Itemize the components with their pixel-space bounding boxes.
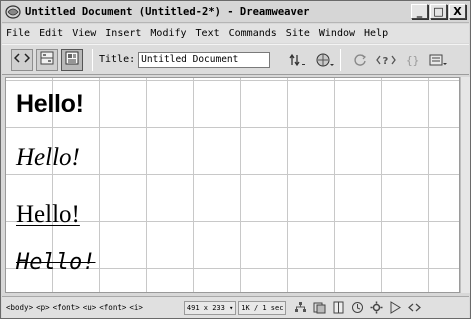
split-view-icon [39, 50, 55, 70]
menu-commands[interactable]: Commands [229, 28, 277, 39]
menu-edit[interactable]: Edit [39, 28, 63, 39]
menu-site[interactable]: Site [286, 28, 310, 39]
timeline-icon[interactable] [389, 301, 402, 314]
design-view-button[interactable] [61, 48, 83, 71]
svg-text:{}: {} [406, 54, 419, 67]
tag-p[interactable]: <p> [36, 303, 50, 312]
menu-view[interactable]: View [72, 28, 96, 39]
window-title: Untitled Document (Untitled-2*) - Dreamw… [25, 6, 310, 18]
vertical-scrollbar[interactable] [460, 77, 470, 293]
menu-insert[interactable]: Insert [105, 28, 141, 39]
dreamweaver-window: Untitled Document (Untitled-2*) - Dreamw… [0, 0, 471, 319]
tag-font-2[interactable]: <font> [99, 303, 126, 312]
hello-strikethrough-mono: Hello! [16, 250, 96, 275]
window-controls: _ □ X [411, 4, 466, 19]
maximize-icon: □ [433, 5, 444, 18]
hello-bold-sans: Hello! [16, 90, 84, 118]
menu-modify[interactable]: Modify [150, 28, 186, 39]
minimize-icon: _ [416, 5, 423, 18]
css-icon[interactable] [370, 301, 383, 314]
dreamweaver-app-icon [4, 3, 22, 21]
close-button[interactable]: X [449, 4, 466, 19]
assets-icon[interactable] [313, 301, 326, 314]
maximize-button[interactable]: □ [430, 4, 447, 19]
tag-u[interactable]: <u> [83, 303, 97, 312]
window-size-dropdown[interactable]: 491 x 233 ▾ [183, 300, 237, 315]
design-view-icon [64, 50, 80, 70]
braces-icon[interactable]: {} [401, 49, 423, 71]
menu-bar: File Edit View Insert Modify Text Comman… [2, 24, 469, 43]
view-options-icon[interactable] [427, 49, 449, 71]
code-navigation-icon[interactable]: ? [375, 49, 397, 71]
code-view-icon [13, 50, 31, 69]
close-icon: X [453, 5, 462, 18]
tag-i[interactable]: <i> [129, 303, 143, 312]
menu-file[interactable]: File [6, 28, 30, 39]
svg-text:?: ? [383, 56, 389, 67]
hello-underlined-serif: Hello! [16, 201, 80, 228]
behaviors-icon[interactable] [351, 301, 364, 314]
tag-body[interactable]: <body> [6, 303, 33, 312]
site-icon[interactable] [294, 301, 307, 314]
refresh-icon[interactable] [349, 49, 371, 71]
minimize-button[interactable]: _ [411, 4, 428, 19]
title-label: Title: [99, 54, 136, 65]
launcher-icons [294, 301, 422, 314]
code-view-button[interactable] [11, 48, 33, 71]
split-view-button[interactable] [36, 48, 58, 71]
preview-browser-icon[interactable] [314, 49, 336, 71]
toolbar-separator [92, 48, 93, 71]
status-bar: <body> <p> <font> <u> <font> <i> 491 x 2… [2, 296, 469, 318]
document-toolbar: Title: Untitled Document ? {} [2, 44, 469, 75]
file-management-icon[interactable] [288, 49, 310, 71]
document-title-input[interactable]: Untitled Document [138, 51, 271, 68]
hello-italic-serif: Hello! [16, 144, 80, 171]
menu-help[interactable]: Help [364, 28, 388, 39]
source-icon[interactable] [408, 301, 422, 314]
design-view-canvas[interactable]: Hello! Hello! Hello! Hello! [5, 77, 460, 293]
window-size-value: 491 x 233 [186, 303, 225, 312]
menu-text[interactable]: Text [196, 28, 220, 39]
title-bar[interactable]: Untitled Document (Untitled-2*) - Dreamw… [2, 2, 469, 23]
tag-selector: <body> <p> <font> <u> <font> <i> [6, 303, 146, 312]
tag-font[interactable]: <font> [53, 303, 80, 312]
toolbar-separator-2 [340, 48, 342, 71]
html-styles-icon[interactable] [332, 301, 345, 314]
download-stats: 1K / 1 sec [238, 300, 287, 315]
menu-window[interactable]: Window [319, 28, 355, 39]
